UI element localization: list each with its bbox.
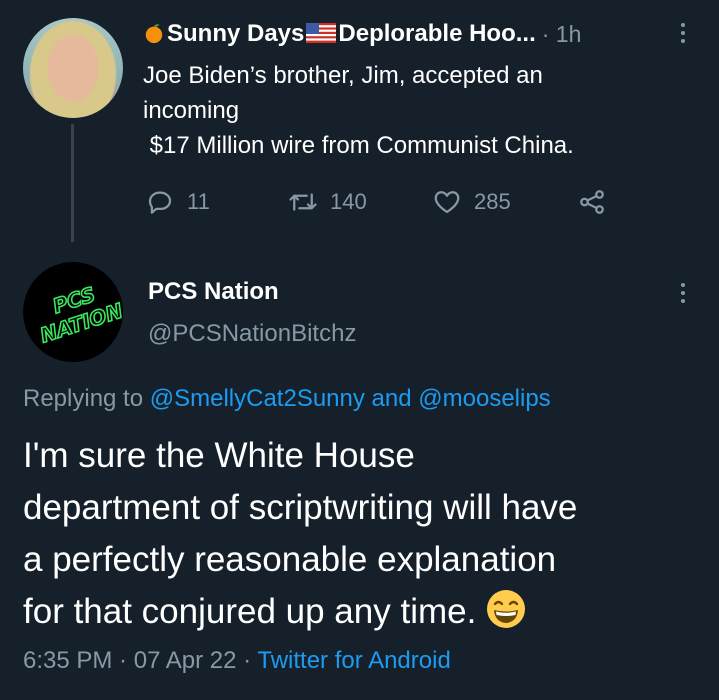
parent-text-line-3: $17 Million wire from Communist China. (143, 132, 574, 159)
like-count: 285 (474, 189, 511, 214)
share-button[interactable] (577, 184, 619, 220)
like-icon (434, 191, 460, 214)
retweet-count: 140 (330, 189, 367, 214)
reply-tweet-time[interactable]: 6:35 PM (23, 647, 112, 674)
orange-emoji-icon (145, 24, 163, 44)
reply-author-avatar[interactable]: PCS NATION (23, 262, 123, 362)
parent-tweet-text: Joe Biden’s brother, Jim, accepted an in… (143, 58, 703, 163)
replying-to-user-link-2[interactable]: @mooselips (418, 385, 550, 412)
parent-tweet-header: Sunny Days Deplorable Hoo... · 1h (143, 18, 581, 50)
dot (681, 283, 685, 287)
retweet-button[interactable]: 140 (288, 184, 367, 220)
dot (681, 291, 685, 295)
replying-to-prefix: Replying to (23, 385, 150, 412)
grinning-face-emoji-icon (487, 590, 526, 628)
reply-text-line-3: a perfectly reasonable explanation (23, 540, 557, 579)
parent-author-avatar[interactable] (23, 18, 123, 118)
us-flag-icon (306, 23, 337, 43)
replying-to-and: and (364, 385, 419, 412)
parent-more-options-icon[interactable] (673, 18, 693, 48)
replying-to-line: Replying to @SmellyCat2Sunny and @moosel… (23, 385, 551, 413)
meta-separator: · (236, 647, 258, 674)
dot (681, 39, 685, 43)
reply-text-line-2: department of scriptwriting will have (23, 488, 578, 527)
reply-count: 11 (187, 189, 210, 214)
parent-text-line-2: incoming (143, 97, 240, 124)
dot (681, 31, 685, 35)
tweet-source-link[interactable]: Twitter for Android (257, 647, 450, 674)
thread-connector-line (71, 124, 74, 242)
reply-tweet-date[interactable]: 07 Apr 22 (134, 647, 237, 674)
reply-text-line-1: I'm sure the White House (23, 436, 415, 475)
meta-separator: · (112, 647, 134, 674)
retweet-icon (289, 193, 317, 211)
parent-tweet-time[interactable]: · 1h (542, 21, 582, 48)
reply-button[interactable]: 11 (145, 184, 210, 220)
reply-more-options-icon[interactable] (673, 278, 693, 308)
pcs-nation-logo: PCS NATION (36, 281, 123, 348)
reply-tweet-text: I'm sure the White House department of s… (23, 430, 703, 638)
reply-text-line-4-text: for that conjured up any time. (23, 592, 477, 631)
parent-text-line-1: Joe Biden’s brother, Jim, accepted an (143, 62, 543, 89)
dot (681, 23, 685, 27)
reply-icon (148, 191, 172, 214)
replying-to-user-link-1[interactable]: @SmellyCat2Sunny (150, 385, 365, 412)
parent-author-display-name[interactable]: Sunny Days Deplorable Hoo... (143, 20, 536, 48)
dot (681, 299, 685, 303)
like-button[interactable]: 285 (432, 184, 511, 220)
reply-text-line-4: for that conjured up any time. (23, 586, 703, 638)
reply-author-handle[interactable]: @PCSNationBitchz (148, 320, 356, 348)
parent-author-name-part1: Sunny Days (167, 20, 305, 47)
parent-author-name-part2: Deplorable Hoo... (338, 20, 536, 47)
share-icon (580, 190, 604, 214)
reply-author-display-name[interactable]: PCS Nation (148, 278, 279, 306)
reply-tweet-meta: 6:35 PM · 07 Apr 22 · Twitter for Androi… (23, 647, 451, 675)
